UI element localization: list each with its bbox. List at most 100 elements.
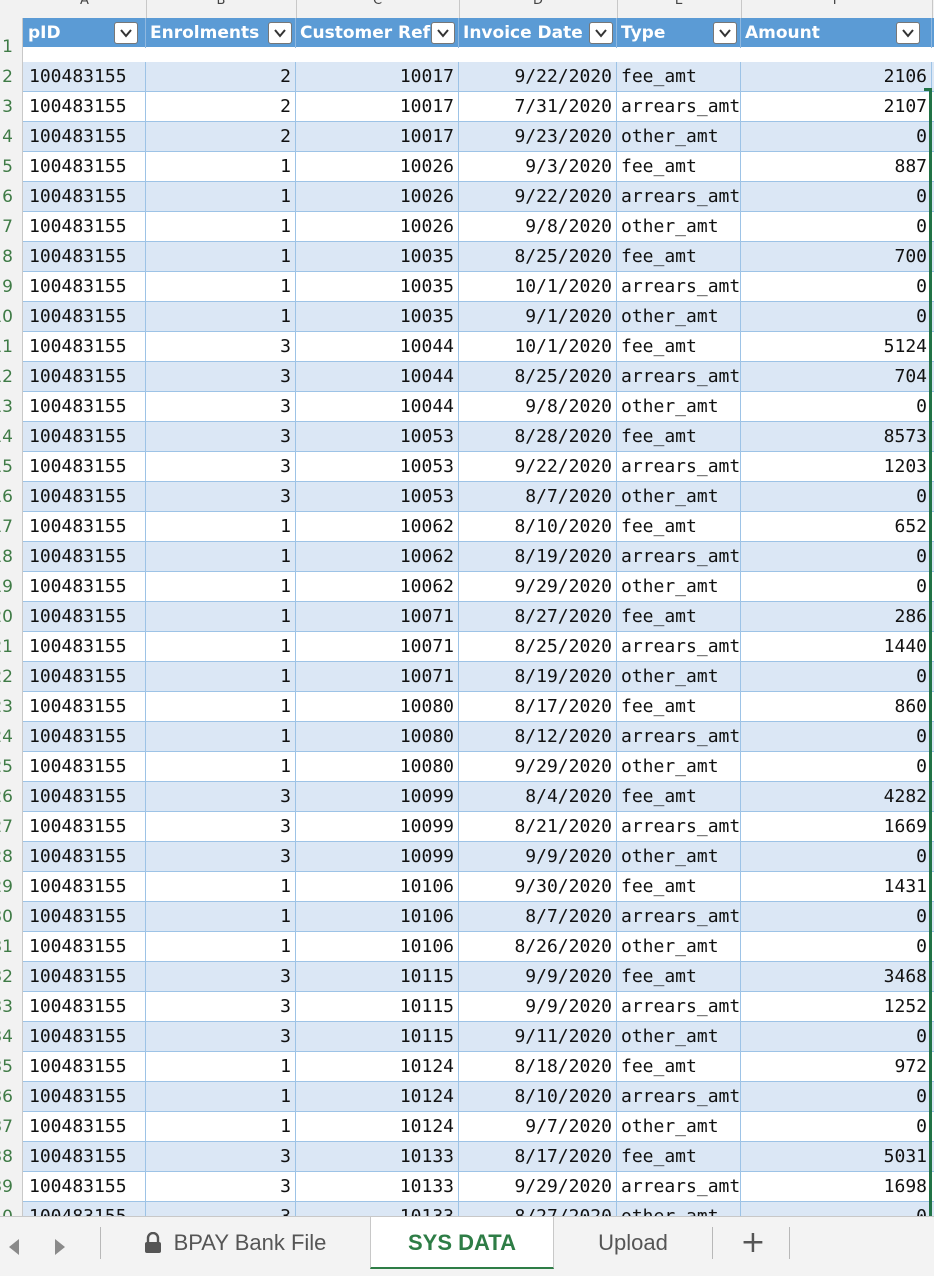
row-number[interactable]: 6 <box>2 182 13 212</box>
cell-enrolments[interactable]: 1 <box>146 752 296 782</box>
cell-type[interactable]: other_amt <box>617 662 741 692</box>
cell-type[interactable]: other_amt <box>617 212 741 242</box>
cell-type[interactable]: other_amt <box>617 122 741 152</box>
cell-pid[interactable]: 100483155 <box>23 1022 146 1052</box>
cell-amount[interactable]: 0 <box>741 842 932 872</box>
cell-customer-ref[interactable]: 10044 <box>296 362 459 392</box>
cell-type[interactable]: fee_amt <box>617 512 741 542</box>
row-number[interactable]: 7 <box>2 212 13 242</box>
cell-customer-ref[interactable]: 10017 <box>296 122 459 152</box>
cell-pid[interactable]: 100483155 <box>23 392 146 422</box>
cell-invoice-date[interactable]: 8/7/2020 <box>459 482 617 512</box>
cell-pid[interactable]: 100483155 <box>23 152 146 182</box>
cell-invoice-date[interactable]: 8/17/2020 <box>459 692 617 722</box>
cell-type[interactable]: other_amt <box>617 752 741 782</box>
cell-customer-ref[interactable]: 10099 <box>296 842 459 872</box>
cell-amount[interactable]: 2106 <box>741 62 932 92</box>
cell-pid[interactable]: 100483155 <box>23 62 146 92</box>
cell-amount[interactable]: 1203 <box>741 452 932 482</box>
cell-amount[interactable]: 2107 <box>741 92 932 122</box>
cell-invoice-date[interactable]: 8/25/2020 <box>459 242 617 272</box>
column-letter-f[interactable]: F <box>741 0 932 10</box>
cell-enrolments[interactable]: 1 <box>146 1112 296 1142</box>
filter-dropdown-customer-ref[interactable] <box>431 22 455 44</box>
cell-customer-ref[interactable]: 10035 <box>296 302 459 332</box>
cell-customer-ref[interactable]: 10115 <box>296 962 459 992</box>
row-number[interactable]: 9 <box>2 272 13 302</box>
cell-invoice-date[interactable]: 9/22/2020 <box>459 452 617 482</box>
cell-invoice-date[interactable]: 8/19/2020 <box>459 542 617 572</box>
cell-enrolments[interactable]: 3 <box>146 992 296 1022</box>
cell-pid[interactable]: 100483155 <box>23 332 146 362</box>
cell-customer-ref[interactable]: 10115 <box>296 992 459 1022</box>
cell-type[interactable]: fee_amt <box>617 422 741 452</box>
cell-enrolments[interactable]: 3 <box>146 1172 296 1202</box>
cell-customer-ref[interactable]: 10035 <box>296 272 459 302</box>
cell-type[interactable]: fee_amt <box>617 782 741 812</box>
cell-amount[interactable]: 700 <box>741 242 932 272</box>
cell-pid[interactable]: 100483155 <box>23 902 146 932</box>
cell-amount[interactable]: 0 <box>741 572 932 602</box>
cell-pid[interactable]: 100483155 <box>23 692 146 722</box>
cell-customer-ref[interactable]: 10062 <box>296 542 459 572</box>
cell-customer-ref[interactable]: 10106 <box>296 932 459 962</box>
cell-pid[interactable]: 100483155 <box>23 542 146 572</box>
cell-amount[interactable]: 0 <box>741 482 932 512</box>
row-number[interactable]: 12 <box>0 362 13 392</box>
cell-enrolments[interactable]: 1 <box>146 722 296 752</box>
row-number[interactable]: 29 <box>0 872 13 902</box>
cell-type[interactable]: other_amt <box>617 1022 741 1052</box>
column-letter-a[interactable]: A <box>23 0 146 10</box>
cell-invoice-date[interactable]: 9/9/2020 <box>459 842 617 872</box>
cell-enrolments[interactable]: 1 <box>146 572 296 602</box>
cell-pid[interactable]: 100483155 <box>23 122 146 152</box>
cell-invoice-date[interactable]: 9/29/2020 <box>459 1172 617 1202</box>
row-number[interactable]: 17 <box>0 512 13 542</box>
cell-customer-ref[interactable]: 10106 <box>296 872 459 902</box>
cell-pid[interactable]: 100483155 <box>23 212 146 242</box>
row-number[interactable]: 18 <box>0 542 13 572</box>
cell-pid[interactable]: 100483155 <box>23 512 146 542</box>
cell-customer-ref[interactable]: 10133 <box>296 1172 459 1202</box>
cell-invoice-date[interactable]: 8/27/2020 <box>459 1202 617 1216</box>
column-letter-e[interactable]: E <box>617 0 741 10</box>
row-number[interactable]: 27 <box>0 812 13 842</box>
cell-enrolments[interactable]: 3 <box>146 812 296 842</box>
cell-enrolments[interactable]: 1 <box>146 302 296 332</box>
row-number[interactable]: 1 <box>2 32 13 62</box>
row-number[interactable]: 19 <box>0 572 13 602</box>
cell-customer-ref[interactable]: 10115 <box>296 1022 459 1052</box>
cell-type[interactable]: fee_amt <box>617 962 741 992</box>
cell-pid[interactable]: 100483155 <box>23 1142 146 1172</box>
cell-invoice-date[interactable]: 8/27/2020 <box>459 602 617 632</box>
cell-amount[interactable]: 0 <box>741 1082 932 1112</box>
cell-pid[interactable]: 100483155 <box>23 302 146 332</box>
row-number[interactable]: 39 <box>0 1172 13 1202</box>
cell-amount[interactable]: 972 <box>741 1052 932 1082</box>
cell-enrolments[interactable]: 1 <box>146 902 296 932</box>
cell-type[interactable]: fee_amt <box>617 152 741 182</box>
cell-pid[interactable]: 100483155 <box>23 482 146 512</box>
cell-pid[interactable]: 100483155 <box>23 782 146 812</box>
cell-type[interactable]: arrears_amt <box>617 722 741 752</box>
cell-enrolments[interactable]: 1 <box>146 1082 296 1112</box>
cell-type[interactable]: arrears_amt <box>617 902 741 932</box>
cell-enrolments[interactable]: 3 <box>146 482 296 512</box>
cell-type[interactable]: arrears_amt <box>617 452 741 482</box>
filter-dropdown-invoice-date[interactable] <box>589 22 613 44</box>
cell-customer-ref[interactable]: 10017 <box>296 92 459 122</box>
row-number[interactable]: 15 <box>0 452 13 482</box>
cell-enrolments[interactable]: 1 <box>146 662 296 692</box>
cell-pid[interactable]: 100483155 <box>23 662 146 692</box>
cell-enrolments[interactable]: 1 <box>146 272 296 302</box>
cell-type[interactable]: arrears_amt <box>617 1172 741 1202</box>
cell-invoice-date[interactable]: 9/8/2020 <box>459 392 617 422</box>
cell-customer-ref[interactable]: 10124 <box>296 1082 459 1112</box>
row-number[interactable]: 22 <box>0 662 13 692</box>
cell-pid[interactable]: 100483155 <box>23 1082 146 1112</box>
cell-enrolments[interactable]: 3 <box>146 362 296 392</box>
cell-customer-ref[interactable]: 10099 <box>296 782 459 812</box>
row-number[interactable]: 34 <box>0 1022 13 1052</box>
row-number[interactable]: 2 <box>2 62 13 92</box>
cell-pid[interactable]: 100483155 <box>23 182 146 212</box>
